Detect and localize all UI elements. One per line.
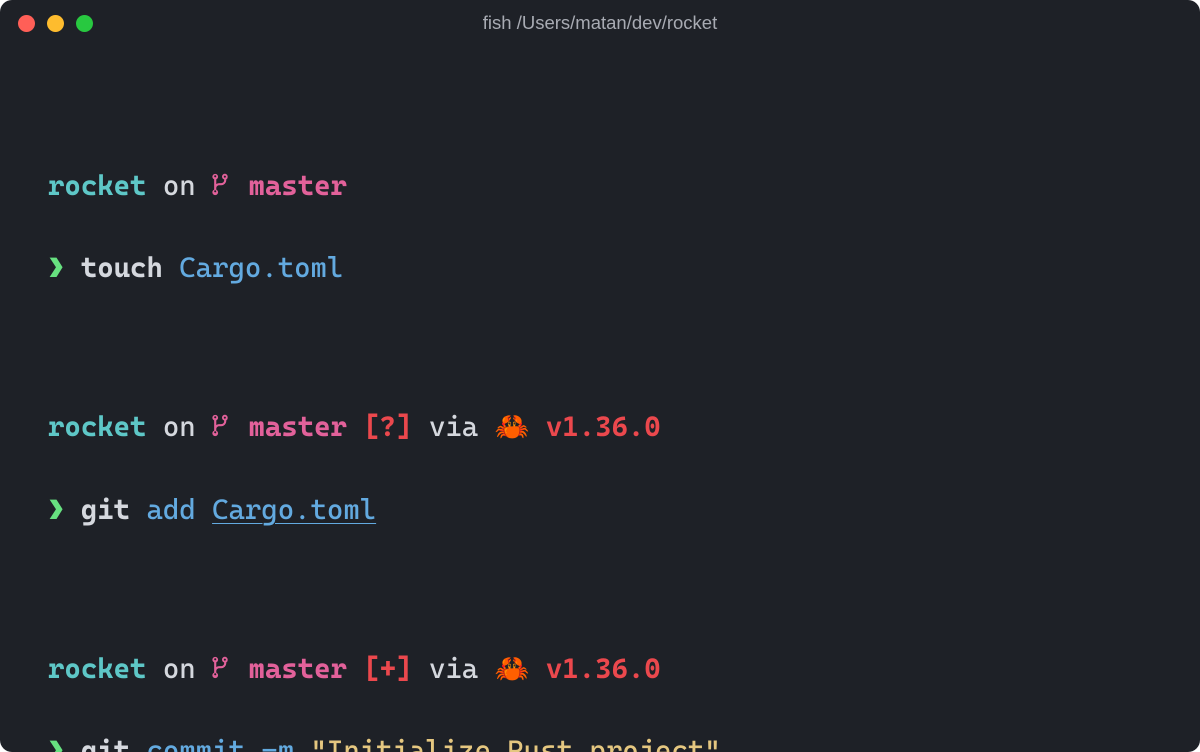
prompt-text: via xyxy=(413,652,495,685)
close-button[interactable] xyxy=(18,15,35,32)
command-sub: add xyxy=(130,493,212,526)
crab-icon: 🦀 xyxy=(495,652,530,685)
git-branch-icon xyxy=(212,169,232,209)
git-status: [+] xyxy=(347,652,413,685)
command-arg: Cargo.toml xyxy=(212,493,376,526)
maximize-button[interactable] xyxy=(76,15,93,32)
command-arg: Cargo.toml xyxy=(163,251,343,284)
command-line: ❯ touch Cargo.toml xyxy=(48,248,1152,288)
prompt-text: on xyxy=(146,410,212,443)
prompt-chevron: ❯ xyxy=(48,493,81,526)
prompt-line: rocket on master [+] via 🦀 v1.36.0 xyxy=(48,649,1152,692)
dir-name: rocket xyxy=(48,169,146,202)
rust-version: v1.36.0 xyxy=(529,652,660,685)
minimize-button[interactable] xyxy=(47,15,64,32)
prompt-chevron: ❯ xyxy=(48,251,81,284)
prompt-line: rocket on master xyxy=(48,166,1152,209)
command: touch xyxy=(81,251,163,284)
branch-name: master xyxy=(232,652,347,685)
traffic-lights xyxy=(18,15,93,32)
command-flag: -m xyxy=(261,734,310,752)
command-msg: "Initialize Rust project" xyxy=(311,734,721,752)
rust-version: v1.36.0 xyxy=(529,410,660,443)
terminal-window: fish /Users/matan/dev/rocket rocket on m… xyxy=(0,0,1200,752)
dir-name: rocket xyxy=(48,410,146,443)
command-sub: commit xyxy=(130,734,261,752)
titlebar: fish /Users/matan/dev/rocket xyxy=(0,0,1200,46)
prompt-text: on xyxy=(146,169,212,202)
command: git xyxy=(81,493,130,526)
command-line: ❯ git commit -m "Initialize Rust project… xyxy=(48,731,1152,752)
command: git xyxy=(81,734,130,752)
prompt-line: rocket on master [?] via 🦀 v1.36.0 xyxy=(48,407,1152,450)
window-title: fish /Users/matan/dev/rocket xyxy=(483,12,717,34)
git-branch-icon xyxy=(212,652,232,692)
git-status: [?] xyxy=(347,410,413,443)
crab-icon: 🦀 xyxy=(495,410,530,443)
branch-name: master xyxy=(232,169,347,202)
prompt-chevron: ❯ xyxy=(48,734,81,752)
prompt-text: via xyxy=(413,410,495,443)
git-branch-icon xyxy=(212,410,232,450)
branch-name: master xyxy=(232,410,347,443)
terminal-body[interactable]: rocket on master ❯ touch Cargo.toml rock… xyxy=(0,46,1200,752)
command-line: ❯ git add Cargo.toml xyxy=(48,490,1152,530)
prompt-text: on xyxy=(146,652,212,685)
dir-name: rocket xyxy=(48,652,146,685)
